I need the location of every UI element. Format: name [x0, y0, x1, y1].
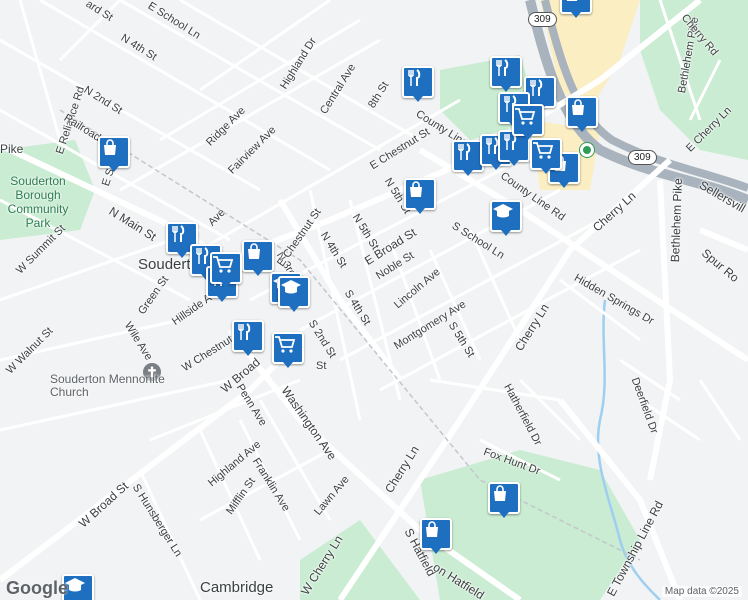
shopping-poi[interactable] — [488, 482, 520, 518]
shopping-bag-icon — [248, 243, 260, 259]
place-pin[interactable] — [580, 143, 594, 157]
fork-knife-icon — [196, 247, 209, 264]
fork-knife-icon — [238, 323, 251, 340]
restaurant-poi[interactable] — [402, 66, 434, 102]
shopping-cart-icon — [533, 142, 554, 159]
street-label: Pike — [0, 142, 24, 156]
shopping-poi[interactable] — [420, 518, 452, 554]
fork-knife-icon — [408, 69, 421, 86]
place-label-cambridge: Cambridge — [200, 579, 274, 596]
graduation-cap-icon — [493, 204, 513, 218]
minor-streets — [0, 0, 742, 600]
church-label: Souderton Mennonite Church — [50, 372, 165, 399]
map-attribution[interactable]: Map data ©2025 — [661, 586, 742, 597]
shopping-bag-icon — [494, 485, 506, 501]
graduation-cap-icon — [281, 280, 301, 294]
fork-knife-icon — [496, 59, 509, 76]
map-canvas[interactable]: Souderton Cambridge Souderton Borough Co… — [0, 0, 748, 600]
fork-knife-icon — [458, 143, 471, 160]
grocery-poi[interactable] — [512, 104, 544, 140]
google-logo: Google — [6, 578, 68, 598]
route-309-shield: 309 — [628, 150, 657, 165]
shopping-cart-icon — [515, 108, 536, 125]
shopping-bag-icon — [572, 99, 584, 115]
street-label: Bethlehem Pike — [668, 178, 685, 263]
fork-knife-icon — [172, 225, 185, 242]
route-309-shield: 309 — [528, 12, 557, 27]
grocery-poi[interactable] — [272, 332, 304, 368]
restaurant-poi[interactable] — [490, 56, 522, 92]
shopping-poi[interactable] — [242, 240, 274, 276]
shopping-poi[interactable] — [404, 178, 436, 214]
school-poi[interactable] — [490, 200, 522, 236]
shopping-poi[interactable] — [560, 0, 592, 18]
shopping-bag-icon — [104, 139, 116, 155]
shopping-bag-icon — [566, 0, 578, 1]
shopping-poi[interactable] — [566, 96, 598, 132]
shopping-cart-icon — [213, 256, 234, 273]
park-label-community-park: Souderton Borough Community Park — [7, 174, 69, 230]
grocery-poi[interactable] — [210, 252, 242, 288]
shopping-poi[interactable] — [98, 136, 130, 172]
street-label: St — [316, 360, 327, 372]
shopping-bag-icon — [426, 521, 438, 537]
school-poi[interactable] — [278, 276, 310, 312]
shopping-bag-icon — [410, 181, 422, 197]
restaurant-poi[interactable] — [232, 320, 264, 356]
grocery-poi[interactable] — [530, 138, 562, 174]
shopping-cart-icon — [275, 336, 296, 353]
